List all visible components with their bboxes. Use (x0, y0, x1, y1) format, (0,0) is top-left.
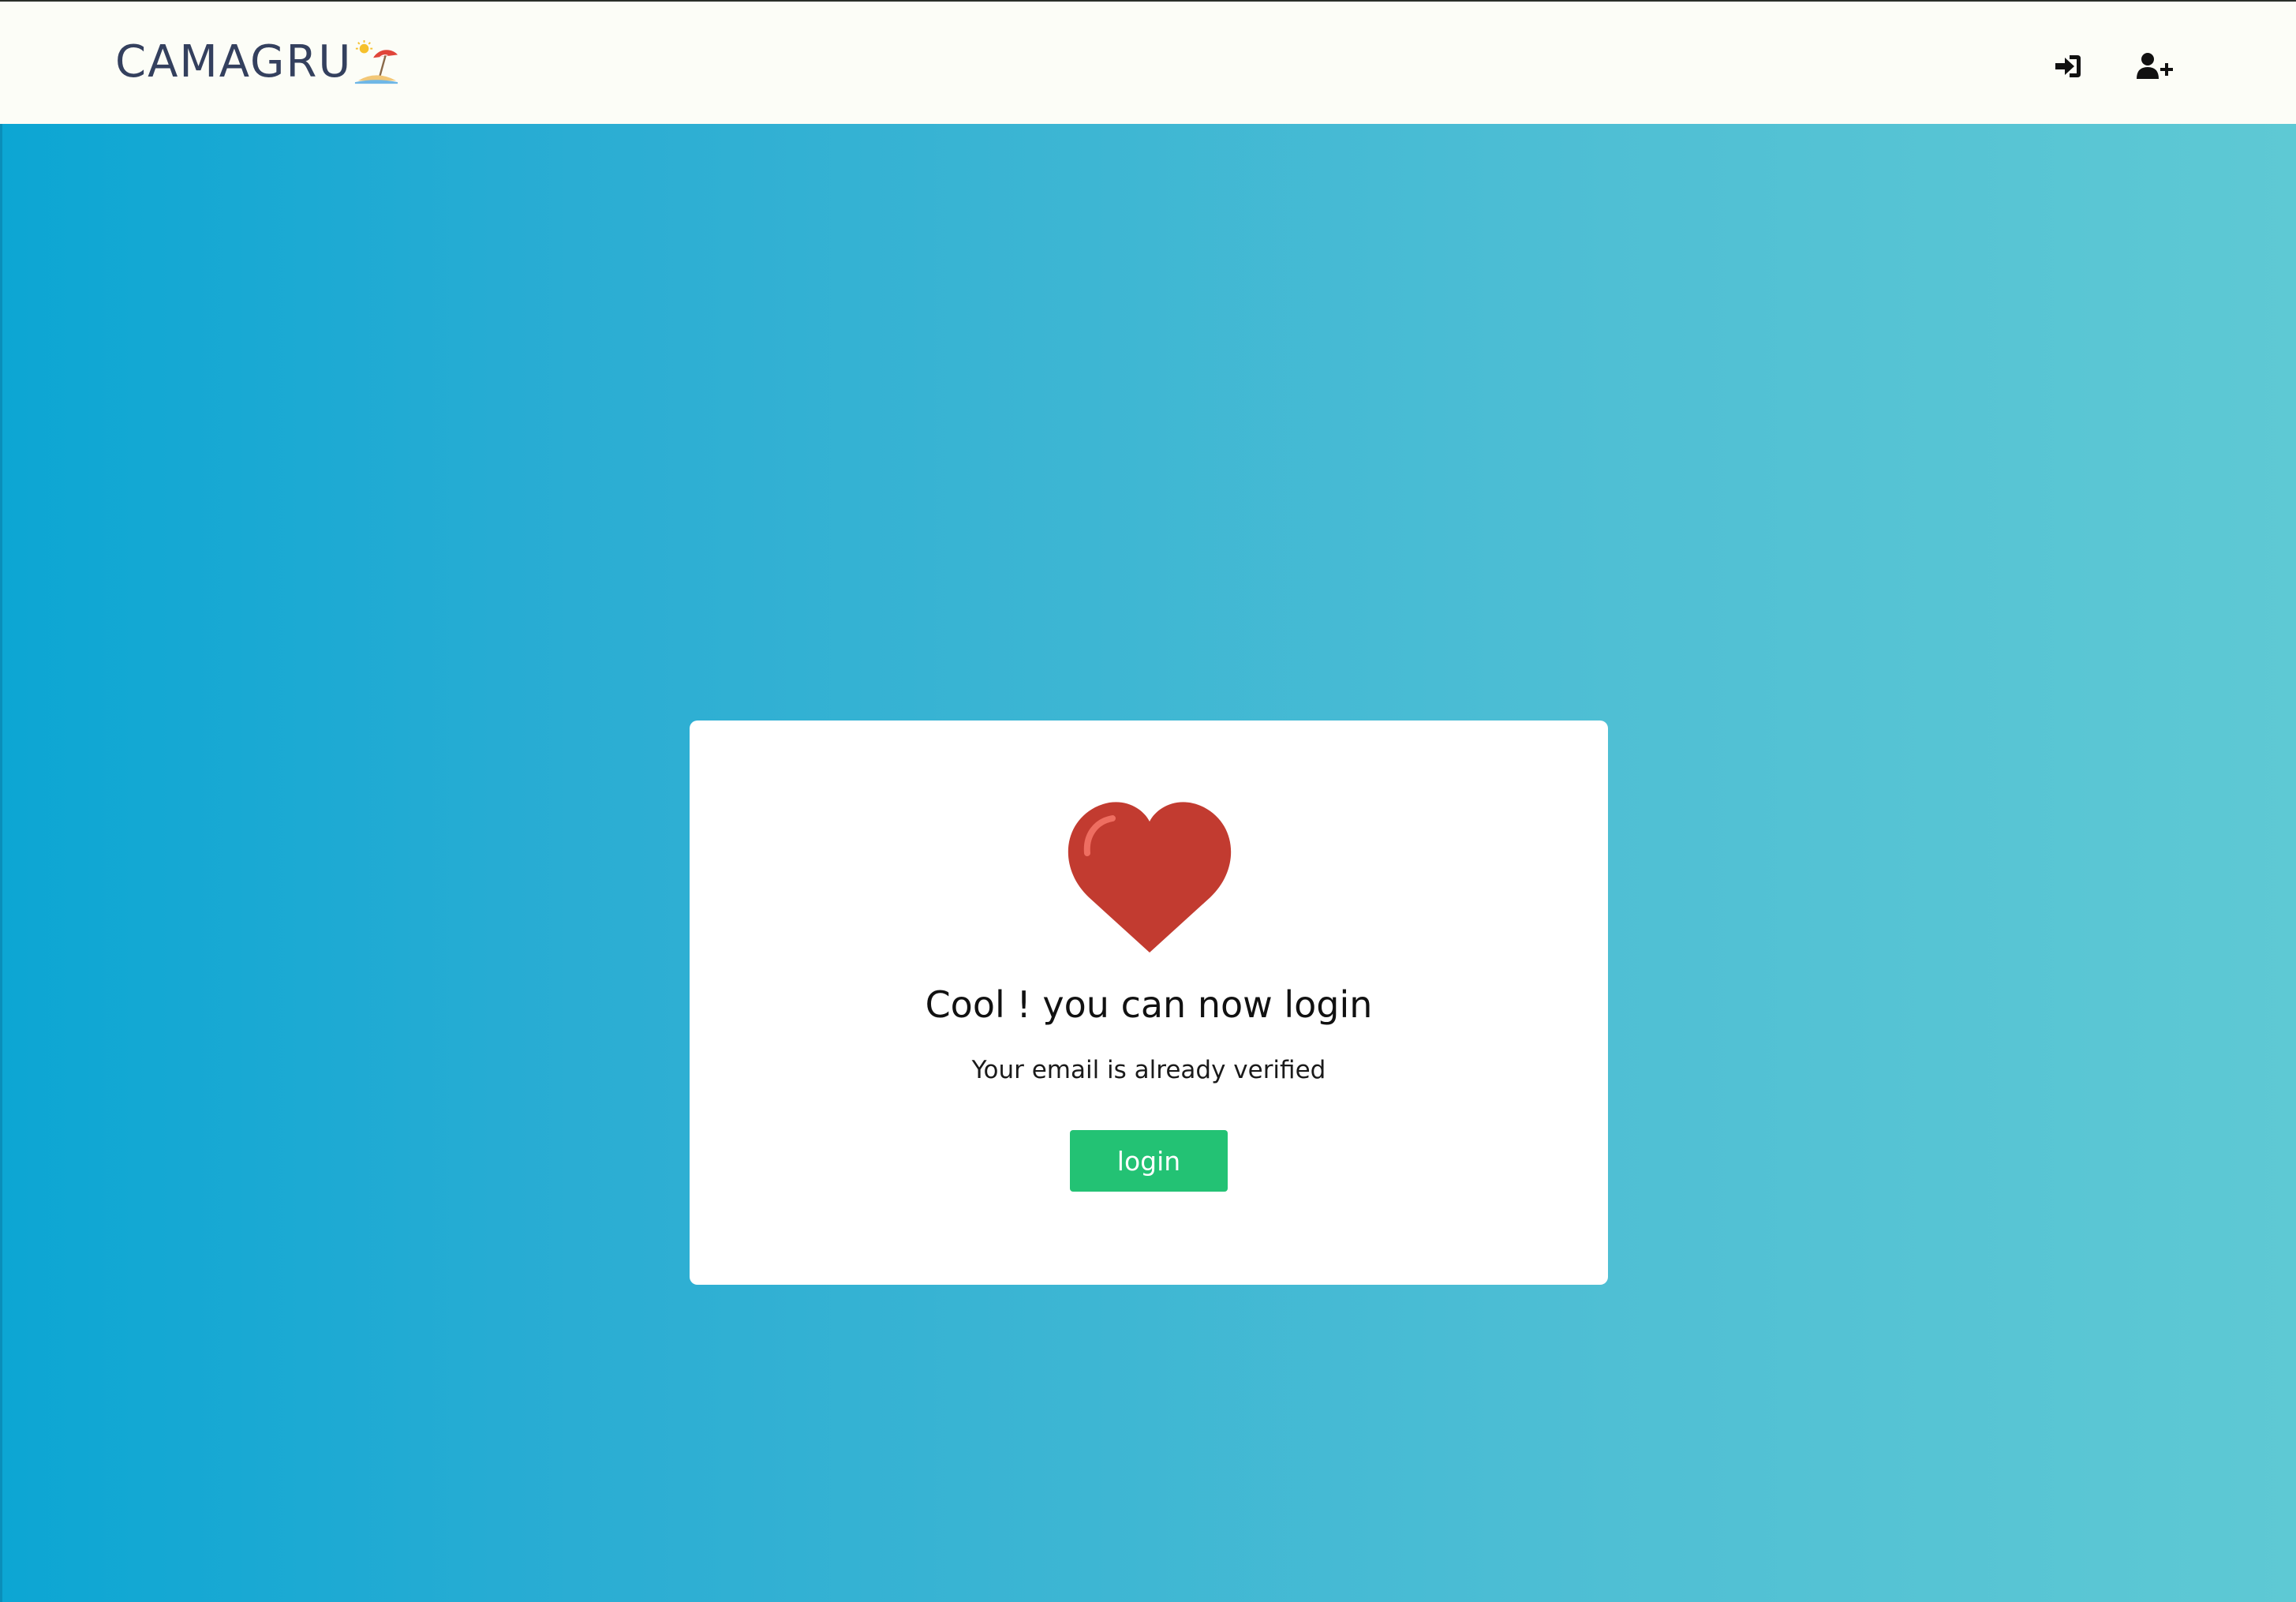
heart-icon (1068, 802, 1232, 953)
top-navbar: CAMAGRU (0, 0, 2296, 124)
beach-umbrella-icon (355, 39, 398, 84)
brand-logo[interactable]: CAMAGRU (115, 35, 399, 90)
window-edge (0, 124, 2, 1602)
verification-card: Cool ! you can now login Your email is a… (690, 721, 1608, 1285)
login-button[interactable]: login (1070, 1130, 1228, 1192)
signup-nav-button[interactable] (2136, 47, 2174, 85)
brand-name: CAMAGRU (115, 36, 353, 88)
user-plus-icon (2137, 53, 2173, 79)
status-message: Your email is already verified (971, 1056, 1326, 1084)
login-nav-button[interactable] (2049, 47, 2087, 85)
success-title: Cool ! you can now login (925, 983, 1373, 1026)
sign-in-icon (2055, 55, 2081, 77)
